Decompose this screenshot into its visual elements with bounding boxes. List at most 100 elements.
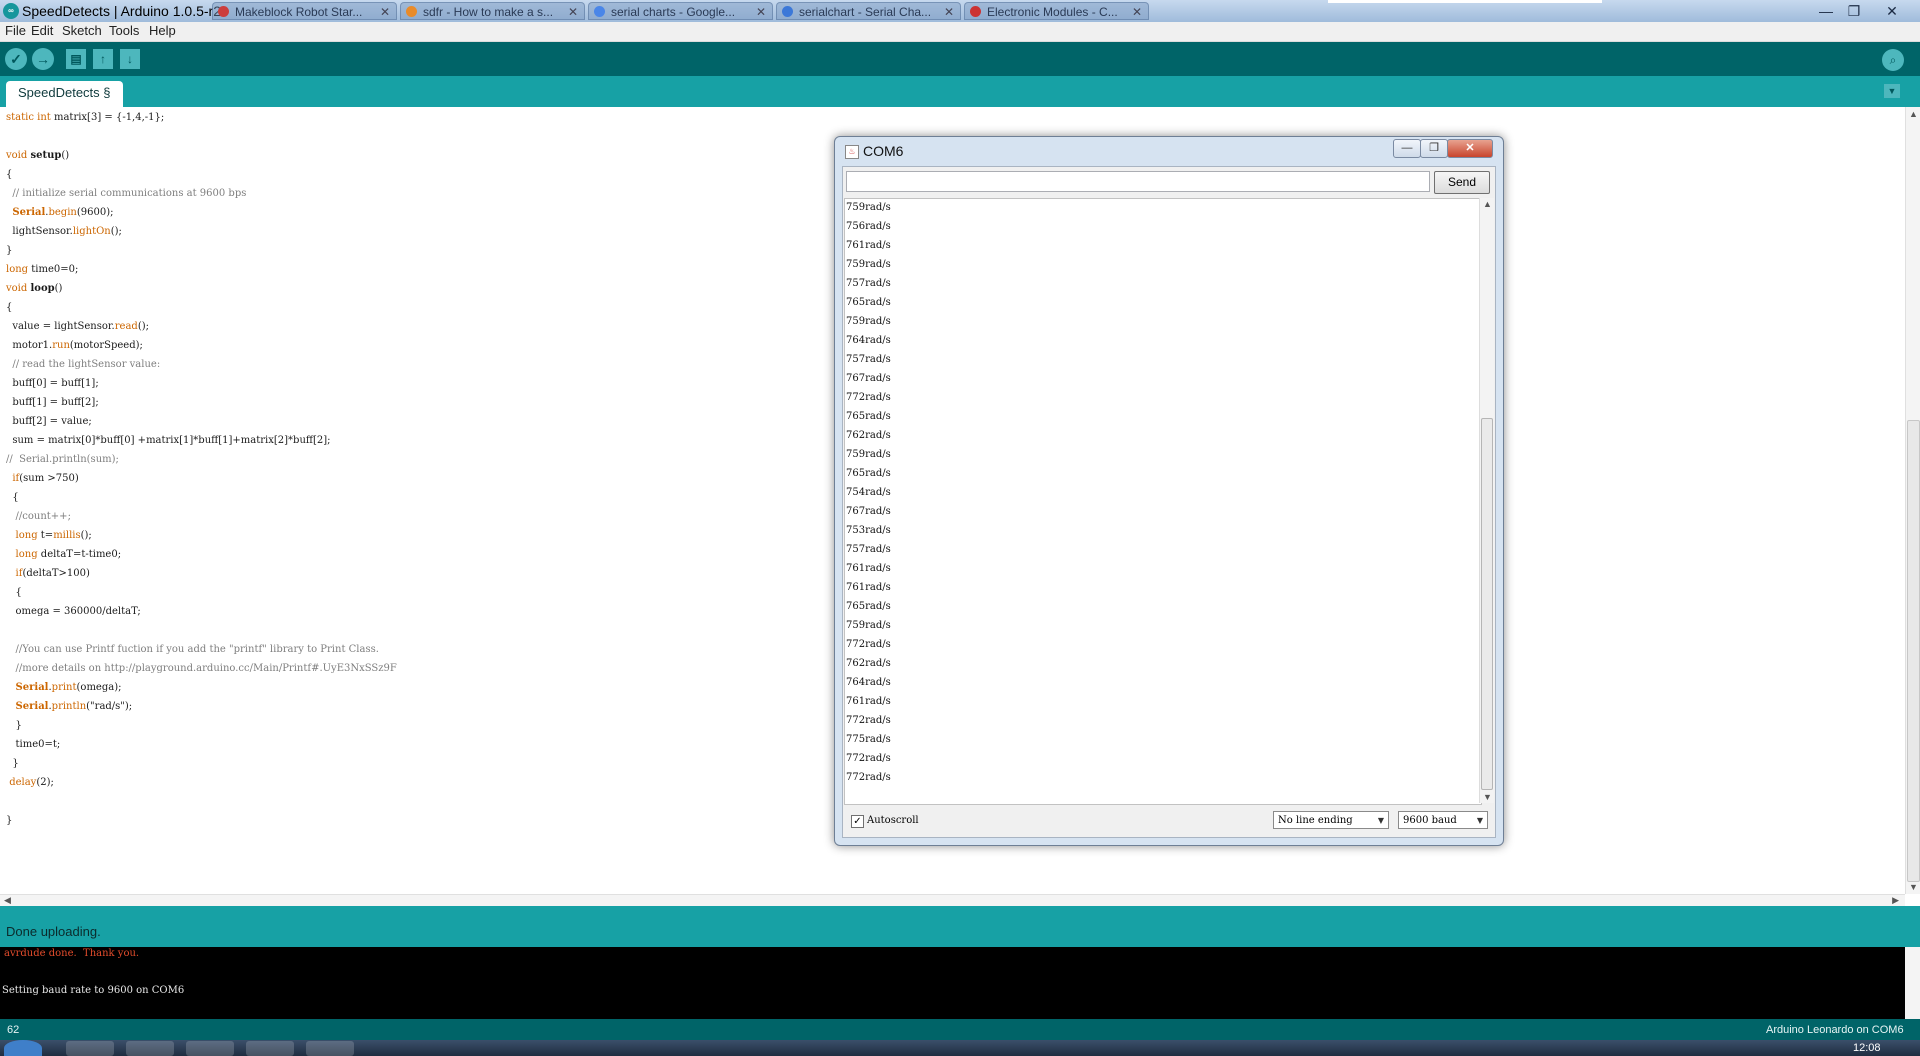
- chevron-down-icon: ▼: [1476, 816, 1483, 825]
- line-number: 62: [7, 1024, 20, 1036]
- scroll-down-icon[interactable]: ▼: [1909, 882, 1918, 892]
- toolbar: [0, 42, 1920, 76]
- upload-button[interactable]: →: [32, 48, 54, 70]
- verify-button[interactable]: ✓: [5, 48, 27, 70]
- serial-output-line: 772rad/s: [846, 715, 891, 726]
- close-icon[interactable]: ✕: [380, 3, 390, 19]
- scroll-left-icon[interactable]: ◀: [4, 895, 11, 906]
- tab-speeddetects[interactable]: SpeedDetects §: [6, 81, 123, 107]
- browser-tab[interactable]: sdfr - How to make a s... ✕: [400, 2, 585, 20]
- scroll-up-icon[interactable]: ▲: [1909, 109, 1918, 119]
- arduino-logo-icon: ∞: [3, 3, 19, 19]
- serial-output-line: 756rad/s: [846, 221, 891, 232]
- baud-rate-select[interactable]: 9600 baud ▼: [1398, 811, 1488, 829]
- editor-scroll-thumb[interactable]: [1907, 420, 1920, 882]
- code-line: {: [6, 587, 22, 598]
- start-button[interactable]: [4, 1040, 42, 1056]
- code-line: Serial.println("rad/s");: [15, 701, 133, 712]
- favicon-icon: [970, 6, 981, 17]
- serial-output-line: 753rad/s: [846, 525, 891, 536]
- console: [0, 947, 1905, 1019]
- taskbar-app-button[interactable]: [246, 1041, 294, 1056]
- menu-help[interactable]: Help: [149, 23, 176, 38]
- serial-output-scroll-thumb[interactable]: [1481, 418, 1493, 790]
- console-scrollbar[interactable]: [1905, 947, 1920, 1019]
- browser-tab-label: sdfr - How to make a s...: [423, 5, 554, 19]
- code-line: static int matrix[3] = {-1,4,-1};: [6, 112, 165, 123]
- serial-output-line: 757rad/s: [846, 354, 891, 365]
- open-button[interactable]: ↑: [93, 49, 113, 69]
- close-icon[interactable]: ✕: [568, 3, 578, 19]
- serial-output-line: 772rad/s: [846, 639, 891, 650]
- serial-output-line: 754rad/s: [846, 487, 891, 498]
- autoscroll-checkbox[interactable]: ✓: [851, 815, 864, 828]
- menu-file[interactable]: File: [5, 23, 26, 38]
- browser-address-bar[interactable]: [1328, 0, 1602, 3]
- code-line: Serial.begin(9600);: [12, 207, 114, 218]
- code-line: //more details on http://playground.ardu…: [15, 663, 397, 674]
- taskbar-clock[interactable]: 12:08: [1853, 1042, 1881, 1054]
- menu-tools[interactable]: Tools: [109, 23, 139, 38]
- send-button[interactable]: Send: [1434, 171, 1490, 194]
- code-line: buff[1] = buff[2];: [6, 397, 99, 408]
- scroll-up-icon[interactable]: ▲: [1483, 199, 1492, 209]
- code-line: value = lightSensor.read();: [6, 321, 149, 332]
- serial-output-line: 761rad/s: [846, 582, 891, 593]
- serial-output-line: 762rad/s: [846, 430, 891, 441]
- console-error-line: avrdude done. Thank you.: [4, 948, 140, 959]
- scroll-right-icon[interactable]: ▶: [1892, 895, 1899, 906]
- menu-sketch[interactable]: Sketch: [62, 23, 102, 38]
- close-icon[interactable]: ✕: [1132, 3, 1142, 19]
- taskbar-app-button[interactable]: [66, 1041, 114, 1056]
- code-text[interactable]: static int matrix[3] = {-1,4,-1}; void s…: [6, 108, 397, 830]
- monitor-maximize-button[interactable]: ❐: [1420, 139, 1448, 158]
- code-line: {: [6, 302, 13, 313]
- code-line: delay(2);: [9, 777, 54, 788]
- baud-rate-value: 9600 baud: [1403, 815, 1457, 826]
- serial-output[interactable]: [844, 198, 1482, 805]
- close-icon[interactable]: ✕: [756, 3, 766, 19]
- tab-menu-chevron-down-icon[interactable]: ▼: [1884, 84, 1900, 98]
- save-button[interactable]: ↓: [120, 49, 140, 69]
- taskbar-app-button[interactable]: [126, 1041, 174, 1056]
- code-line: {: [6, 492, 19, 503]
- code-line: omega = 360000/deltaT;: [6, 606, 141, 617]
- minimize-button[interactable]: —: [1814, 1, 1838, 21]
- code-line: lightSensor.lightOn();: [6, 226, 122, 237]
- scroll-down-icon[interactable]: ▼: [1483, 792, 1492, 802]
- line-ending-select[interactable]: No line ending ▼: [1273, 811, 1389, 829]
- browser-tab[interactable]: Electronic Modules - C... ✕: [964, 2, 1149, 20]
- serial-output-line: 757rad/s: [846, 278, 891, 289]
- code-line: // read the lightSensor value:: [12, 359, 161, 370]
- code-line: long t=millis();: [15, 530, 92, 541]
- code-line: buff[2] = value;: [6, 416, 92, 427]
- serial-monitor-button[interactable]: ⌕: [1882, 49, 1904, 71]
- menu-edit[interactable]: Edit: [31, 23, 53, 38]
- serial-output-line: 759rad/s: [846, 620, 891, 631]
- serial-output-lines: 759rad/s 756rad/s 761rad/s 759rad/s 757rad/s…: [846, 198, 891, 787]
- code-line: //You can use Printf fuction if you add …: [15, 644, 379, 655]
- maximize-button[interactable]: ❐: [1842, 1, 1866, 21]
- close-icon[interactable]: ✕: [944, 3, 954, 19]
- serial-output-line: 772rad/s: [846, 753, 891, 764]
- code-line: time0=t;: [6, 739, 61, 750]
- serial-output-line: 759rad/s: [846, 449, 891, 460]
- browser-tab[interactable]: serialchart - Serial Cha... ✕: [776, 2, 961, 20]
- serial-output-line: 767rad/s: [846, 373, 891, 384]
- close-button[interactable]: ✕: [1880, 1, 1904, 21]
- autoscroll-label: Autoscroll: [867, 815, 919, 826]
- monitor-close-button[interactable]: ✕: [1447, 139, 1493, 158]
- window-title: SpeedDetects | Arduino 1.0.5-r2: [22, 3, 221, 19]
- serial-output-line: 761rad/s: [846, 696, 891, 707]
- taskbar-app-button[interactable]: [186, 1041, 234, 1056]
- status-message: Done uploading.: [6, 924, 101, 939]
- serial-output-line: 772rad/s: [846, 392, 891, 403]
- monitor-minimize-button[interactable]: —: [1393, 139, 1421, 158]
- browser-tab[interactable]: serial charts - Google... ✕: [588, 2, 773, 20]
- taskbar-app-button[interactable]: [306, 1041, 354, 1056]
- serial-input[interactable]: [846, 171, 1430, 192]
- serial-output-line: 765rad/s: [846, 411, 891, 422]
- serial-output-line: 757rad/s: [846, 544, 891, 555]
- new-sketch-button[interactable]: ▤: [66, 49, 86, 69]
- browser-tab[interactable]: Makeblock Robot Star... ✕: [212, 2, 397, 20]
